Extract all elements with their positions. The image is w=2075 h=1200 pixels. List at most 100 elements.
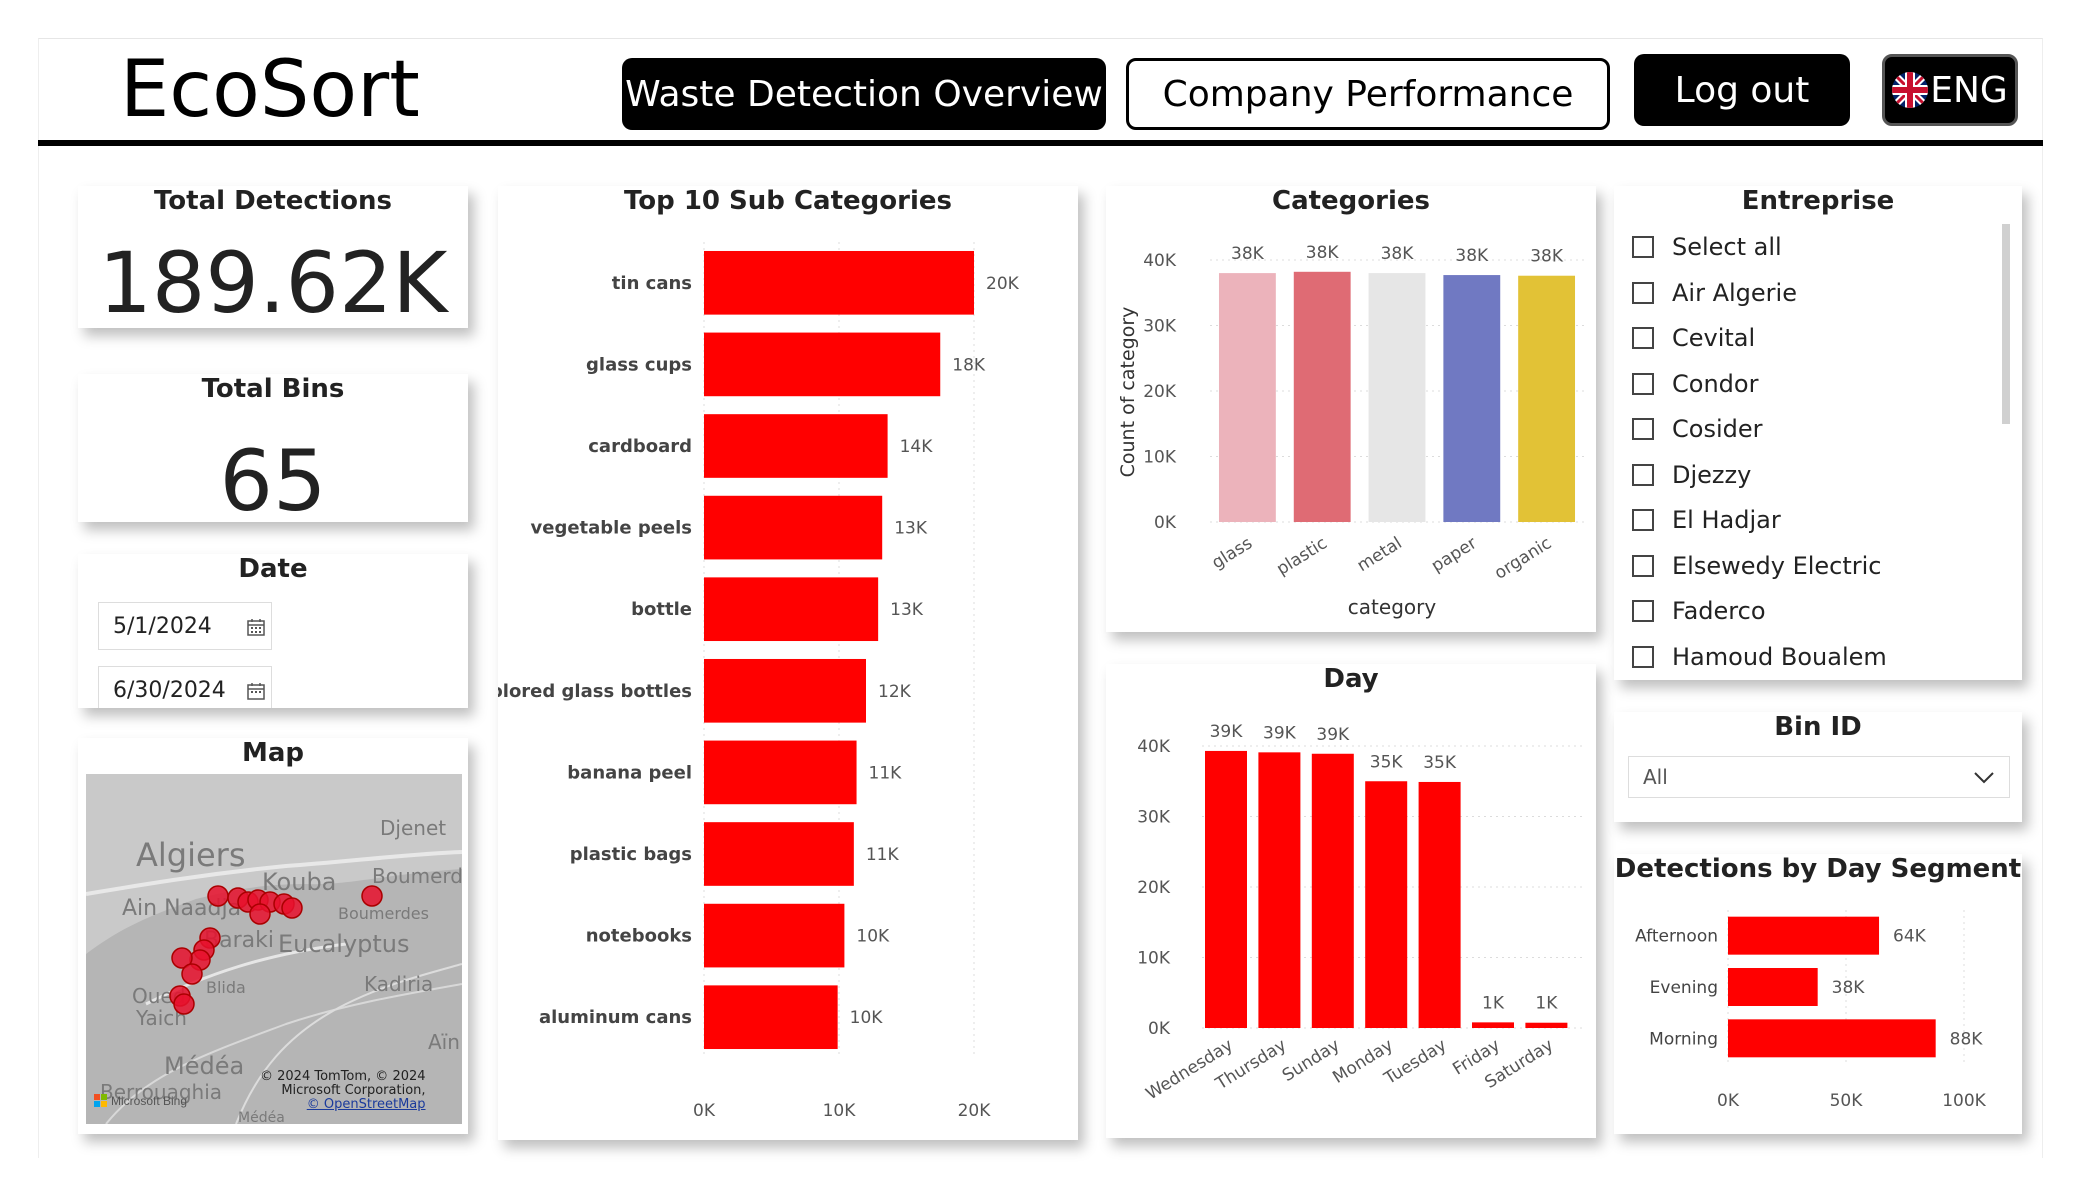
x-tick-label: 100K (1942, 1091, 1986, 1111)
map-label: Map (241, 738, 305, 768)
enterprise-option[interactable]: Djezzy (1632, 460, 1751, 490)
y-tick-label: 30K (1137, 808, 1171, 828)
total-bins-card: Total Bins 65 (78, 374, 468, 530)
enterprise-option[interactable]: Faderco (1632, 596, 1766, 626)
data-label: 35K (1423, 753, 1457, 773)
total-detections-card: Total Detections 189.62K (78, 186, 468, 332)
enterprise-option[interactable]: Cevital (1632, 323, 1755, 353)
checkbox[interactable] (1632, 463, 1654, 486)
bar (1311, 753, 1354, 1028)
logout-button[interactable]: Log out (1634, 54, 1850, 126)
date-card: Date 5/1/2024 6/30/2024 (78, 554, 468, 708)
y-tick-label: 40K (1143, 251, 1177, 271)
calendar-icon[interactable] (247, 618, 265, 636)
bar (704, 332, 941, 397)
start-date-value: 5/1/2024 (113, 613, 212, 639)
total-bins-value: 65 (219, 432, 327, 530)
day-chart: 0K10K20K30K40K39KWednesday39KThursday39K… (1137, 722, 1584, 1104)
enterprise-slicer-card: Entreprise Select all Air Algerie Cevital C… (1614, 186, 2022, 680)
company-performance-button[interactable]: Company Performance (1126, 58, 1610, 130)
checkbox[interactable] (1632, 509, 1654, 531)
bar (1472, 1022, 1514, 1028)
data-label: 39K (1316, 725, 1350, 745)
y-tick-label: 10K (1143, 448, 1177, 468)
categories-card: Categories 0K 10K 20K 30K 40K 38K glass 38K plas… (1106, 186, 1596, 632)
chevron-down-icon (1974, 772, 1994, 784)
openstreetmap-link[interactable]: © OpenStreetMap (260, 1098, 426, 1112)
x-tick-label: 50K (1830, 1091, 1864, 1111)
waste-detection-overview-button[interactable]: Waste Detection Overview (622, 58, 1106, 130)
checkbox[interactable] (1632, 554, 1654, 577)
checkbox[interactable] (1632, 372, 1654, 395)
data-label: 38K (1381, 244, 1415, 264)
bar (1418, 781, 1461, 1028)
checkbox[interactable] (1632, 645, 1654, 668)
bar (1443, 275, 1501, 522)
y-tick-label: 20K (1137, 878, 1171, 898)
start-date-input[interactable]: 5/1/2024 (98, 602, 272, 650)
category-label: Morning (1649, 1029, 1718, 1049)
map-attribution: © 2024 TomTom, © 2024 Microsoft Corporat… (260, 1070, 426, 1112)
enterprise-option-label: Air Algerie (1672, 278, 1797, 307)
end-date-input[interactable]: 6/30/2024 (98, 666, 272, 708)
map-canvas[interactable]: Algiers Djenet Kouba Boumerdè Ain Naadja… (86, 774, 462, 1124)
data-label: 38K (1530, 247, 1564, 267)
x-tick-label: 0K (693, 1101, 716, 1121)
y-tick-label: 30K (1143, 317, 1177, 337)
bar (704, 822, 854, 886)
enterprise-option-label: Condor (1672, 369, 1759, 398)
language-button[interactable]: ENG (1882, 54, 2018, 126)
category-label: Evening (1650, 978, 1718, 998)
bar (1728, 968, 1818, 1006)
x-tick-label: 0K (1717, 1091, 1740, 1111)
bin-location-marker (249, 903, 271, 925)
enterprise-scrollbar[interactable] (2002, 224, 2010, 424)
y-axis-label: Count of category (1117, 307, 1139, 478)
enterprise-option[interactable]: Select all (1632, 232, 1782, 262)
data-label: 10K (856, 927, 890, 947)
bar (1365, 781, 1408, 1028)
bar (704, 495, 883, 560)
checkbox[interactable] (1632, 600, 1654, 622)
enterprise-option[interactable]: Air Algerie (1632, 278, 1797, 308)
enterprise-option[interactable]: Cosider (1632, 414, 1762, 444)
enterprise-option-label: Faderco (1672, 597, 1766, 625)
enterprise-option[interactable]: Hamoud Boualem (1632, 642, 1887, 672)
bin-id-dropdown[interactable]: All (1628, 756, 2010, 798)
checkbox[interactable] (1632, 236, 1654, 258)
bar (1728, 916, 1880, 955)
enterprise-option-label: Cevital (1672, 324, 1756, 352)
checkbox[interactable] (1632, 327, 1654, 349)
data-label: 13K (890, 600, 924, 620)
enterprise-title: Entreprise (1741, 186, 1895, 216)
category-label: colored glass bottles (498, 681, 692, 702)
checkbox[interactable] (1632, 418, 1654, 440)
header-divider (38, 140, 2043, 146)
data-label: 14K (900, 437, 934, 457)
data-label: 1K (1482, 993, 1505, 1013)
enterprise-option[interactable]: Elsewedy Electric (1632, 551, 1882, 581)
category-label: tin cans (612, 273, 692, 294)
data-label: 11K (869, 763, 903, 783)
bin-location-marker (281, 897, 303, 919)
day-segment-chart: 0K 50K 100K Afternoon 64K Evening 38K Morning 88… (1635, 910, 1987, 1111)
category-label: bottle (631, 599, 692, 620)
map-card: Map Algiers Djenet Kouba Boumerdè Ain Na… (78, 738, 468, 1134)
data-label: 38K (1231, 244, 1265, 264)
data-label: 20K (986, 274, 1020, 294)
bin-id-title: Bin ID (1774, 712, 1862, 742)
enterprise-option[interactable]: El Hadjar (1632, 505, 1781, 535)
bin-location-marker (181, 963, 203, 985)
x-tick-label: 10K (823, 1101, 857, 1121)
total-bins-label: Total Bins (201, 374, 345, 404)
top-subcategories-card: Top 10 Sub Categories 0K 10K 20K tin cans 20… (498, 186, 1078, 1140)
top-subcategories-chart: 0K 10K 20K tin cans 20K glass cups 18K cardboar… (498, 242, 1020, 1121)
data-label: 18K (952, 355, 986, 375)
bar (1518, 275, 1576, 522)
enterprise-option[interactable]: Condor (1632, 369, 1758, 399)
category-label: aluminum cans (539, 1007, 692, 1028)
enterprise-option-label: Hamoud Boualem (1672, 642, 1887, 671)
calendar-icon[interactable] (247, 682, 265, 700)
category-label: metal (1354, 533, 1406, 576)
checkbox[interactable] (1632, 281, 1654, 304)
